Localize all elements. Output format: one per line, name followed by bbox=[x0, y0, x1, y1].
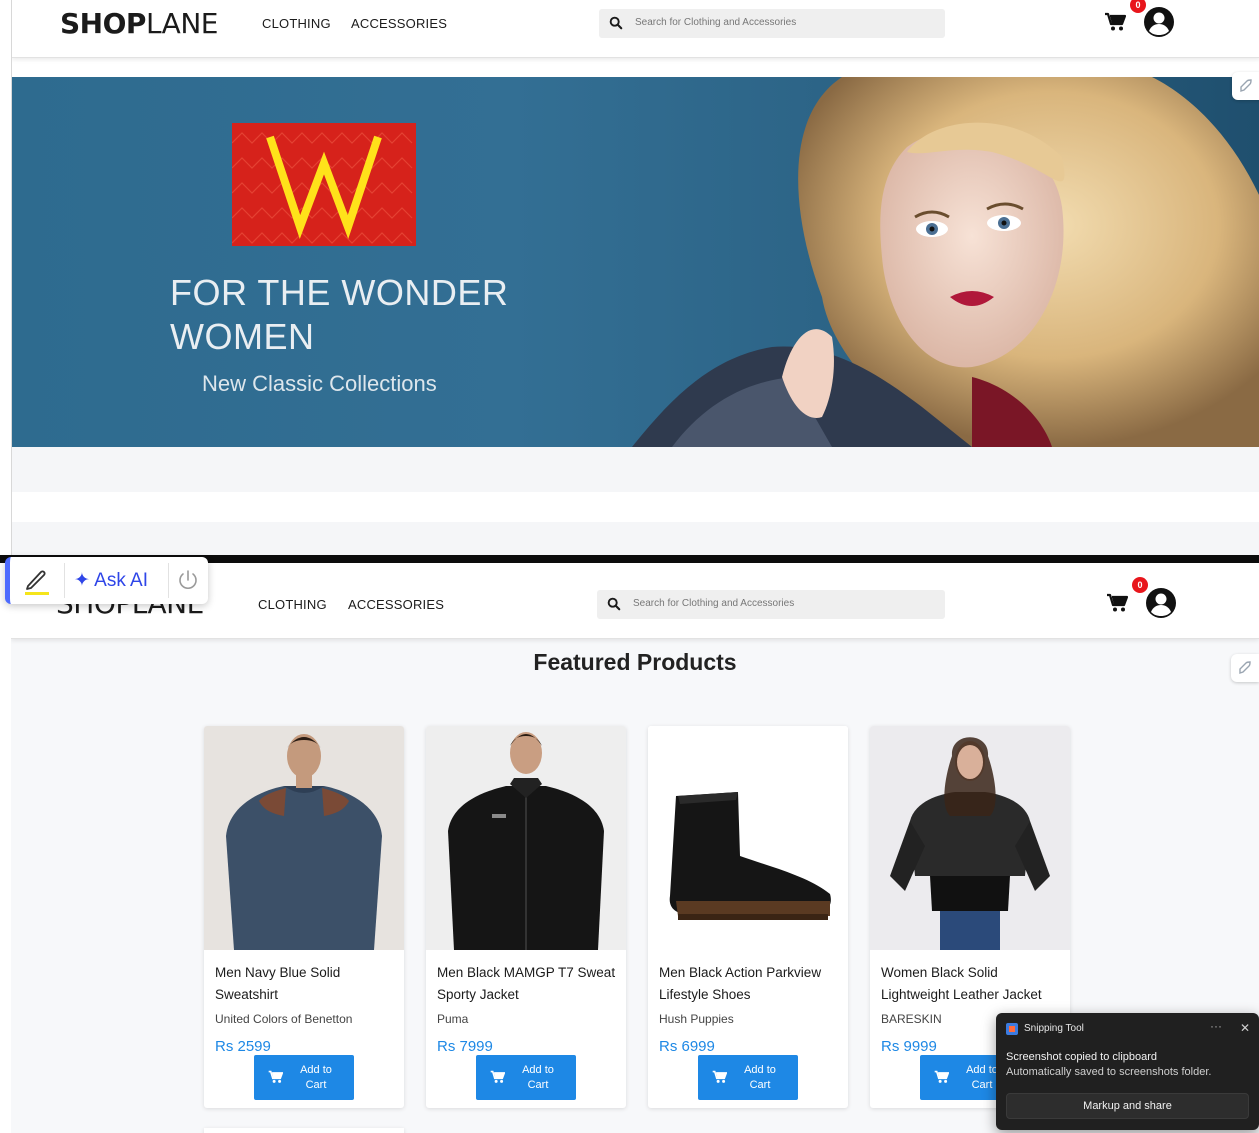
ask-ai-button[interactable]: ✦ Ask AI bbox=[74, 569, 148, 592]
floating-extension-tab[interactable] bbox=[1232, 72, 1259, 100]
search-bar[interactable]: Search for Clothing and Accessories bbox=[599, 9, 945, 38]
product-name[interactable]: Women Black Solid Lightweight Leather Ja… bbox=[881, 962, 1067, 1006]
section-band bbox=[12, 522, 1259, 556]
toast-app-name: Snipping Tool bbox=[1024, 1023, 1084, 1034]
product-name[interactable]: Men Black Action Parkview Lifestyle Shoe… bbox=[659, 962, 845, 1006]
cart-icon bbox=[268, 1070, 283, 1083]
highlighter-pen-icon[interactable] bbox=[22, 567, 52, 595]
product-price: Rs 7999 bbox=[437, 1038, 493, 1055]
annotation-toolbar: ✦ Ask AI bbox=[5, 557, 208, 604]
search-input[interactable]: Search for Clothing and Accessories bbox=[633, 598, 794, 609]
snipping-tool-notification[interactable]: Snipping Tool ··· ✕ Screenshot copied to… bbox=[996, 1013, 1259, 1130]
toolbar-separator bbox=[168, 563, 169, 598]
banner-subtitle: New Classic Collections bbox=[202, 371, 437, 396]
add-to-cart-label: Add to Cart bbox=[300, 1064, 332, 1091]
add-to-cart-button[interactable]: Add to Cart bbox=[476, 1055, 576, 1100]
search-input[interactable]: Search for Clothing and Accessories bbox=[635, 17, 796, 28]
product-image[interactable] bbox=[648, 726, 848, 950]
product-card[interactable]: Men Black MAMGP T7 Sweat Sporty Jacket P… bbox=[426, 726, 626, 1108]
power-icon[interactable] bbox=[177, 569, 199, 591]
site-logo[interactable]: SHOPLANE bbox=[60, 7, 218, 40]
toast-close-button[interactable]: ✕ bbox=[1240, 1021, 1250, 1035]
add-to-cart-label: Add to Cart bbox=[522, 1064, 554, 1091]
product-brand: Puma bbox=[437, 1012, 469, 1026]
section-band bbox=[12, 447, 1259, 492]
product-image[interactable] bbox=[204, 726, 404, 950]
banner-title: FOR THE WONDER WOMEN bbox=[170, 271, 508, 359]
product-price: Rs 2599 bbox=[215, 1038, 271, 1055]
product-card[interactable]: Men Navy Blue Solid Sweatshirt United Co… bbox=[204, 726, 404, 1108]
nav-accessories[interactable]: ACCESSORIES bbox=[351, 16, 447, 31]
product-card[interactable]: Men Black Action Parkview Lifestyle Shoe… bbox=[648, 726, 848, 1108]
add-to-cart-label: Add to Cart bbox=[744, 1064, 776, 1091]
user-account-icon[interactable] bbox=[1144, 586, 1178, 620]
product-image[interactable] bbox=[426, 726, 626, 950]
rocket-icon bbox=[1240, 79, 1252, 92]
product-name[interactable]: Men Navy Blue Solid Sweatshirt bbox=[215, 962, 401, 1006]
product-price: Rs 6999 bbox=[659, 1038, 715, 1055]
product-price: Rs 9999 bbox=[881, 1038, 937, 1055]
cart-icon bbox=[712, 1070, 727, 1083]
markup-and-share-button[interactable]: Markup and share bbox=[1006, 1093, 1249, 1119]
nav-clothing[interactable]: CLOTHING bbox=[262, 16, 331, 31]
cart-icon bbox=[490, 1070, 505, 1083]
product-brand: BARESKIN bbox=[881, 1012, 942, 1026]
screenshot-top: SHOPLANE CLOTHING ACCESSORIES Search for… bbox=[11, 0, 1259, 556]
brand-w-logo bbox=[231, 123, 416, 246]
model-photo bbox=[632, 77, 1259, 447]
search-icon bbox=[609, 16, 623, 30]
product-name[interactable]: Men Black MAMGP T7 Sweat Sporty Jacket bbox=[437, 962, 623, 1006]
toast-message: Screenshot copied to clipboard bbox=[1006, 1051, 1158, 1063]
user-account-icon[interactable] bbox=[1142, 5, 1176, 39]
featured-products-title: Featured Products bbox=[533, 649, 737, 675]
product-brand: United Colors of Benetton bbox=[215, 1012, 353, 1026]
hero-banner[interactable]: FOR THE WONDER WOMEN New Classic Collect… bbox=[12, 77, 1259, 447]
cart-icon bbox=[934, 1070, 949, 1083]
section-band bbox=[12, 492, 1259, 522]
product-image[interactable] bbox=[870, 726, 1070, 950]
cart-icon[interactable] bbox=[1104, 12, 1126, 32]
nav-clothing[interactable]: CLOTHING bbox=[258, 597, 327, 612]
banner-title-line2: WOMEN bbox=[170, 316, 315, 357]
search-icon bbox=[607, 597, 621, 611]
site-header: SHOPLANE CLOTHING ACCESSORIES Search for… bbox=[12, 0, 1259, 58]
add-to-cart-button[interactable]: Add to Cart bbox=[254, 1055, 354, 1100]
banner-title-line1: FOR THE WONDER bbox=[170, 272, 509, 313]
search-bar[interactable]: Search for Clothing and Accessories bbox=[597, 590, 945, 619]
product-brand: Hush Puppies bbox=[659, 1012, 734, 1026]
nav-accessories[interactable]: ACCESSORIES bbox=[348, 597, 444, 612]
snipping-tool-icon bbox=[1006, 1023, 1018, 1035]
toolbar-separator bbox=[64, 563, 65, 598]
toast-detail: Automatically saved to screenshots folde… bbox=[1006, 1066, 1212, 1078]
cart-icon[interactable] bbox=[1106, 593, 1128, 613]
product-card-next-row bbox=[204, 1128, 404, 1133]
add-to-cart-button[interactable]: Add to Cart bbox=[698, 1055, 798, 1100]
toast-more-options-button[interactable]: ··· bbox=[1210, 1019, 1222, 1033]
